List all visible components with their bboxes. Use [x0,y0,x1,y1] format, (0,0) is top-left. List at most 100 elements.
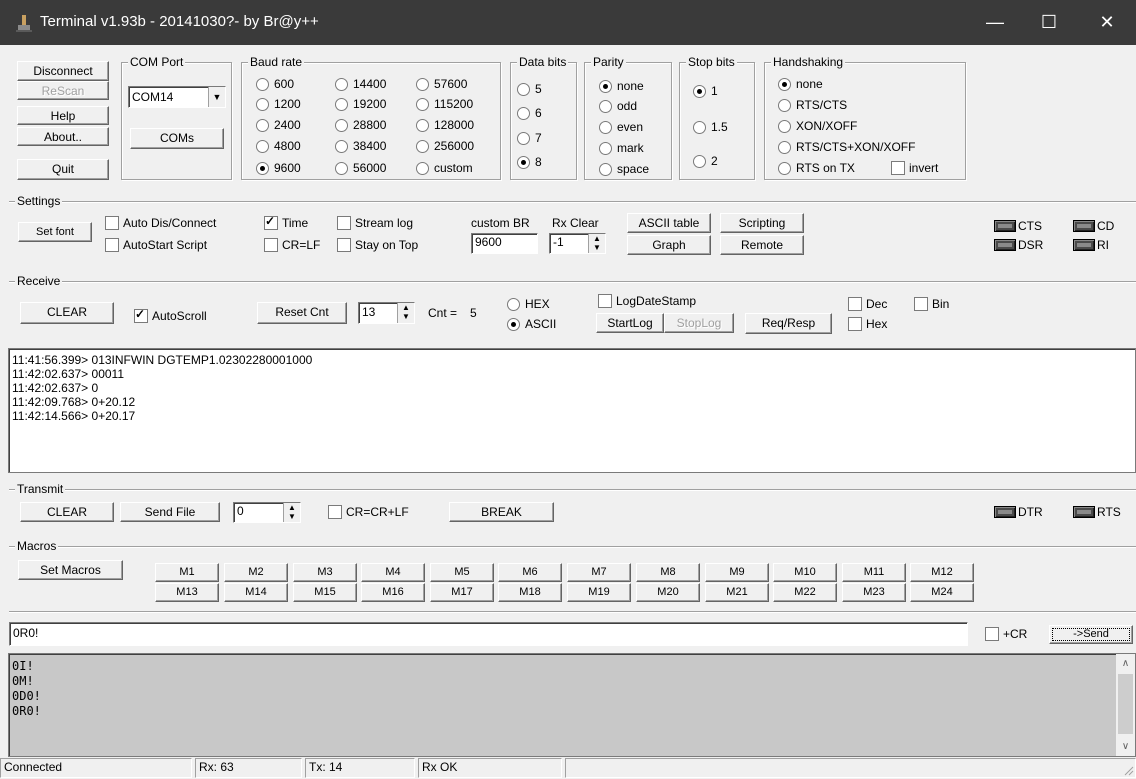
macro-button-m8[interactable]: M8 [636,563,700,582]
baud-4800-radio[interactable]: 4800 [256,139,301,153]
maximize-button[interactable]: ☐ [1022,0,1076,45]
help-button[interactable]: Help [17,106,109,125]
remote-button[interactable]: Remote [720,235,804,255]
history-item[interactable]: 0I! [12,659,1132,674]
send-input[interactable]: 0R0! [9,622,968,646]
macro-button-m15[interactable]: M15 [293,583,357,602]
macro-button-m1[interactable]: M1 [155,563,219,582]
macro-button-m18[interactable]: M18 [498,583,562,602]
baud-14400-radio[interactable]: 14400 [335,77,386,91]
stoplog-button[interactable]: StopLog [664,313,734,333]
ascii-table-button[interactable]: ASCII table [627,213,711,233]
baud-115200-radio[interactable]: 115200 [416,97,473,111]
macro-button-m7[interactable]: M7 [567,563,631,582]
databits-6-radio[interactable]: 6 [517,106,542,120]
scroll-up-icon[interactable]: ∧ [1116,654,1135,673]
parity-even-radio[interactable]: even [599,120,643,134]
spin-arrows-icon[interactable]: ▲ ▼ [397,303,414,323]
set-macros-button[interactable]: Set Macros [18,560,123,580]
time-checkbox[interactable]: ✓ Time [264,214,308,230]
macro-button-m6[interactable]: M6 [498,563,562,582]
macro-button-m24[interactable]: M24 [910,583,974,602]
scroll-down-icon[interactable]: ∨ [1116,737,1135,756]
invert-checkbox[interactable]: invert [891,161,938,175]
dec-checkbox[interactable]: Dec [848,297,887,311]
autostart-script-checkbox[interactable]: AutoStart Script [105,238,207,252]
reset-cnt-button[interactable]: Reset Cnt [257,302,347,324]
macro-button-m12[interactable]: M12 [910,563,974,582]
hex-display-checkbox[interactable]: Hex [848,317,887,331]
parity-none-radio[interactable]: none [599,79,644,93]
transmit-spinner[interactable]: 0 ▲ ▼ [233,502,301,523]
databits-8-radio[interactable]: 8 [517,155,542,169]
baud-2400-radio[interactable]: 2400 [256,118,301,132]
macro-button-m11[interactable]: M11 [842,563,906,582]
macro-button-m2[interactable]: M2 [224,563,288,582]
logdatestamp-checkbox[interactable]: LogDateStamp [598,294,696,308]
minimize-button[interactable]: — [968,0,1022,45]
plus-cr-checkbox[interactable]: +CR [985,627,1027,641]
databits-5-radio[interactable]: 5 [517,82,542,96]
macro-button-m14[interactable]: M14 [224,583,288,602]
resize-grip-icon[interactable] [1122,764,1134,776]
req-resp-button[interactable]: Req/Resp [745,313,832,334]
autoscroll-checkbox[interactable]: ✓ AutoScroll [134,307,207,323]
rescan-button[interactable]: ReScan [17,81,109,100]
spin-arrows-icon[interactable]: ▲ ▼ [588,234,605,253]
macro-button-m22[interactable]: M22 [773,583,837,602]
macro-button-m19[interactable]: M19 [567,583,631,602]
send-button[interactable]: ->Send [1049,625,1133,644]
history-scrollbar[interactable]: ∧ ∨ [1116,654,1135,756]
handshaking-xon-xoff-radio[interactable]: XON/XOFF [778,119,857,133]
baud-56000-radio[interactable]: 56000 [335,161,386,175]
stopbits-1-5-radio[interactable]: 1.5 [693,120,728,134]
baud-256000-radio[interactable]: 256000 [416,139,474,153]
macro-button-m16[interactable]: M16 [361,583,425,602]
set-font-button[interactable]: Set font [18,222,92,242]
macro-button-m20[interactable]: M20 [636,583,700,602]
startlog-button[interactable]: StartLog [596,313,664,333]
history-item[interactable]: 0D0! [12,689,1132,704]
spin-arrows-icon[interactable]: ▲ ▼ [283,503,300,522]
baud-128000-radio[interactable]: 128000 [416,118,474,132]
send-file-button[interactable]: Send File [120,502,220,522]
custom-br-input[interactable]: 9600 [471,233,538,254]
macro-button-m5[interactable]: M5 [430,563,494,582]
hex-radio[interactable]: HEX [507,297,550,311]
bin-checkbox[interactable]: Bin [914,297,949,311]
macro-button-m17[interactable]: M17 [430,583,494,602]
chevron-down-icon[interactable]: ▼ [208,87,225,107]
baud-38400-radio[interactable]: 38400 [335,139,386,153]
baud-custom-radio[interactable]: custom [416,161,473,175]
baud-9600-radio[interactable]: 9600 [256,161,301,175]
history-item[interactable]: 0R0! [12,704,1132,719]
macro-button-m13[interactable]: M13 [155,583,219,602]
macro-button-m9[interactable]: M9 [705,563,769,582]
baud-28800-radio[interactable]: 28800 [335,118,386,132]
baud-57600-radio[interactable]: 57600 [416,77,467,91]
stream-log-checkbox[interactable]: Stream log [337,216,413,230]
handshaking-rts-on-tx-radio[interactable]: RTS on TX [778,161,855,175]
macro-button-m4[interactable]: M4 [361,563,425,582]
databits-7-radio[interactable]: 7 [517,131,542,145]
close-button[interactable]: ✕ [1080,0,1134,45]
history-item[interactable]: 0M! [12,674,1132,689]
scripting-button[interactable]: Scripting [720,213,804,233]
parity-odd-radio[interactable]: odd [599,99,637,113]
handshaking-rts-cts-xon-xoff-radio[interactable]: RTS/CTS+XON/XOFF [778,140,915,154]
history-list[interactable]: 0I! 0M! 0D0! 0R0! ∧ ∨ [8,653,1136,757]
ascii-radio[interactable]: ASCII [507,317,556,331]
baud-19200-radio[interactable]: 19200 [335,97,386,111]
macro-button-m3[interactable]: M3 [293,563,357,582]
auto-dis-connect-checkbox[interactable]: Auto Dis/Connect [105,216,216,230]
scroll-thumb[interactable] [1118,674,1133,734]
stay-on-top-checkbox[interactable]: Stay on Top [337,238,418,252]
rx-clear-spinner[interactable]: -1 ▲ ▼ [549,233,606,254]
break-button[interactable]: BREAK [449,502,554,522]
macro-button-m10[interactable]: M10 [773,563,837,582]
receive-clear-button[interactable]: CLEAR [20,302,114,324]
quit-button[interactable]: Quit [17,159,109,180]
cr-lf-checkbox[interactable]: CR=LF [264,238,320,252]
cnt-spinner[interactable]: 13 ▲ ▼ [358,302,415,324]
baud-1200-radio[interactable]: 1200 [256,97,301,111]
